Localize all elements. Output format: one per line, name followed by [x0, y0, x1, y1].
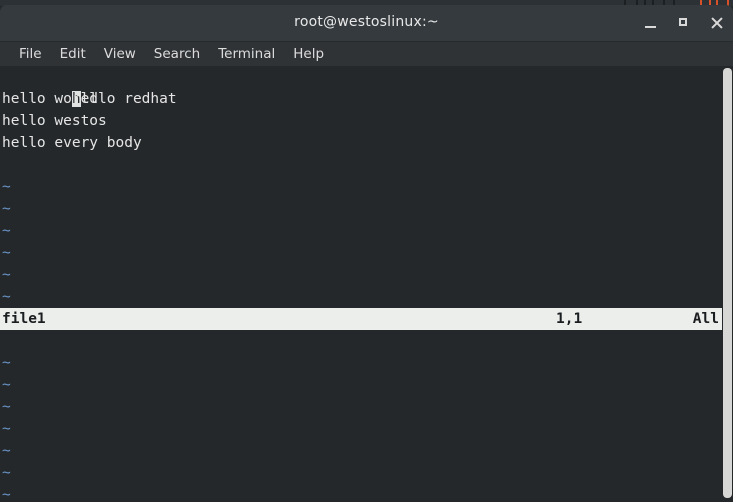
- vim-filler-line: ~: [2, 443, 11, 459]
- statusline-position: 1,1: [556, 311, 583, 327]
- menu-item-file[interactable]: File: [10, 42, 51, 66]
- vim-filler-line: ~: [2, 421, 11, 437]
- minimize-button[interactable]: [643, 15, 659, 31]
- menu-bar: File Edit View Search Terminal Help: [0, 41, 733, 66]
- vim-line: hello westos: [2, 113, 107, 129]
- scrollbar-thumb[interactable]: [723, 68, 732, 498]
- vim-filler-line: ~: [2, 289, 11, 305]
- vim-filler-line: ~: [2, 201, 11, 217]
- vim-line-blank: [0, 330, 722, 352]
- menu-item-view[interactable]: View: [95, 42, 145, 66]
- terminal-scrollbar[interactable]: [722, 66, 733, 502]
- vim-filler-line: ~: [2, 465, 11, 481]
- terminal-window: root@westoslinux:~ File Edit View Search…: [0, 0, 733, 502]
- vim-filler-line: ~: [2, 267, 11, 283]
- menu-item-edit[interactable]: Edit: [51, 42, 95, 66]
- vim-filler-line: ~: [2, 245, 11, 261]
- vim-pane-file1[interactable]: hello redhat hello world hello westos he…: [0, 66, 722, 308]
- window-titlebar[interactable]: root@westoslinux:~: [0, 5, 733, 41]
- vim-statusline-file1[interactable]: file1 1,1 All: [0, 308, 722, 330]
- menu-item-help[interactable]: Help: [284, 42, 333, 66]
- vim-filler-line: ~: [2, 355, 11, 371]
- menu-item-terminal[interactable]: Terminal: [209, 42, 284, 66]
- vim-filler-line: ~: [2, 487, 11, 502]
- vim-filler-line: ~: [2, 179, 11, 195]
- menu-item-search[interactable]: Search: [145, 42, 209, 66]
- statusline-filename: file1: [2, 311, 46, 327]
- vim-line: hello world: [2, 91, 99, 107]
- close-button[interactable]: [709, 15, 725, 31]
- vim-line: hello redhat: [0, 66, 722, 107]
- vim-line: hello every body: [2, 135, 142, 151]
- vim-pane-file2[interactable]: ~ ~ ~ ~ ~ ~ ~ ~ ~: [0, 330, 722, 502]
- vim-filler-line: ~: [2, 223, 11, 239]
- vim-filler-line: ~: [2, 377, 11, 393]
- vim-line-blank: [0, 154, 722, 176]
- vim-filler-line: ~: [2, 399, 11, 415]
- maximize-button[interactable]: [676, 15, 692, 31]
- terminal-screen[interactable]: hello redhat hello world hello westos he…: [0, 66, 722, 502]
- window-controls: [643, 5, 725, 41]
- window-title: root@westoslinux:~: [294, 14, 439, 30]
- statusline-scroll: All: [692, 311, 719, 327]
